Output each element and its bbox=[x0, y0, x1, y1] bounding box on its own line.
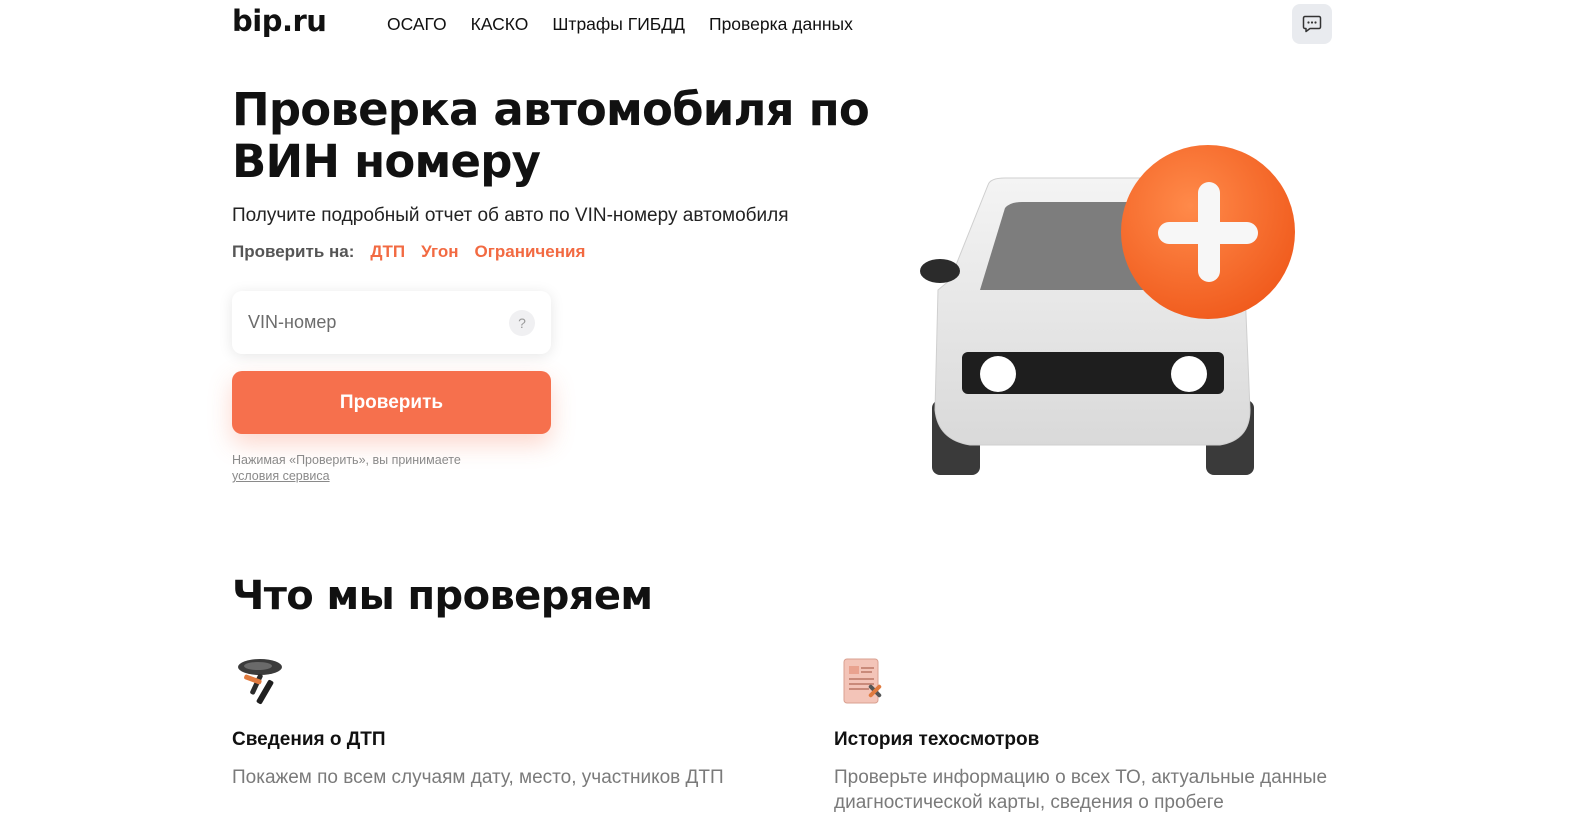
help-icon[interactable]: ? bbox=[509, 309, 535, 336]
car-illustration bbox=[920, 145, 1295, 475]
page-title: Проверка автомобиля по ВИН номеру bbox=[232, 83, 870, 188]
inspection-card-icon bbox=[843, 658, 882, 704]
feature-desc: Проверьте информацию о всех ТО, актуальн… bbox=[834, 767, 1328, 813]
chat-button[interactable] bbox=[1292, 4, 1332, 44]
feature-title: История техосмотров bbox=[834, 729, 1040, 750]
nav-fines[interactable]: Штрафы ГИБДД bbox=[552, 14, 685, 35]
check-button[interactable]: Проверить bbox=[232, 371, 551, 434]
site-header: bip.ru ОСАГО КАСКО Штрафы ГИБДД Проверка… bbox=[0, 0, 1574, 50]
vin-input[interactable] bbox=[248, 312, 509, 333]
check-options: Проверить на: ДТП Угон Ограничения bbox=[232, 242, 585, 262]
terms-link[interactable]: условия сервиса bbox=[232, 469, 330, 483]
disclaimer: Нажимая «Проверить», вы принимаете услов… bbox=[232, 452, 461, 484]
main-nav: ОСАГО КАСКО Штрафы ГИБДД Проверка данных bbox=[387, 14, 853, 35]
feature-desc: Покажем по всем случаям дату, место, уча… bbox=[232, 767, 724, 788]
check-link-restrictions[interactable]: Ограничения bbox=[475, 242, 586, 262]
nav-data-check[interactable]: Проверка данных bbox=[709, 14, 853, 35]
crash-icon bbox=[238, 659, 282, 705]
check-link-dtp[interactable]: ДТП bbox=[370, 242, 405, 262]
section-title: Что мы проверяем bbox=[232, 573, 653, 619]
nav-kasko[interactable]: КАСКО bbox=[471, 14, 529, 35]
feature-card-inspection: История техосмотров Проверьте информацию… bbox=[834, 655, 1334, 815]
nav-osago[interactable]: ОСАГО bbox=[387, 14, 447, 35]
feature-card-dtp: Сведения о ДТП Покажем по всем случаям д… bbox=[232, 655, 732, 790]
check-link-theft[interactable]: Угон bbox=[421, 242, 458, 262]
check-label: Проверить на: bbox=[232, 242, 355, 261]
chat-icon bbox=[1302, 15, 1322, 33]
disclaimer-text: Нажимая «Проверить», вы принимаете bbox=[232, 453, 461, 467]
logo[interactable]: bip.ru bbox=[232, 4, 327, 38]
page-subtitle: Получите подробный отчет об авто по VIN-… bbox=[232, 205, 789, 226]
feature-title: Сведения о ДТП bbox=[232, 729, 386, 750]
vin-field: ? bbox=[232, 291, 551, 354]
